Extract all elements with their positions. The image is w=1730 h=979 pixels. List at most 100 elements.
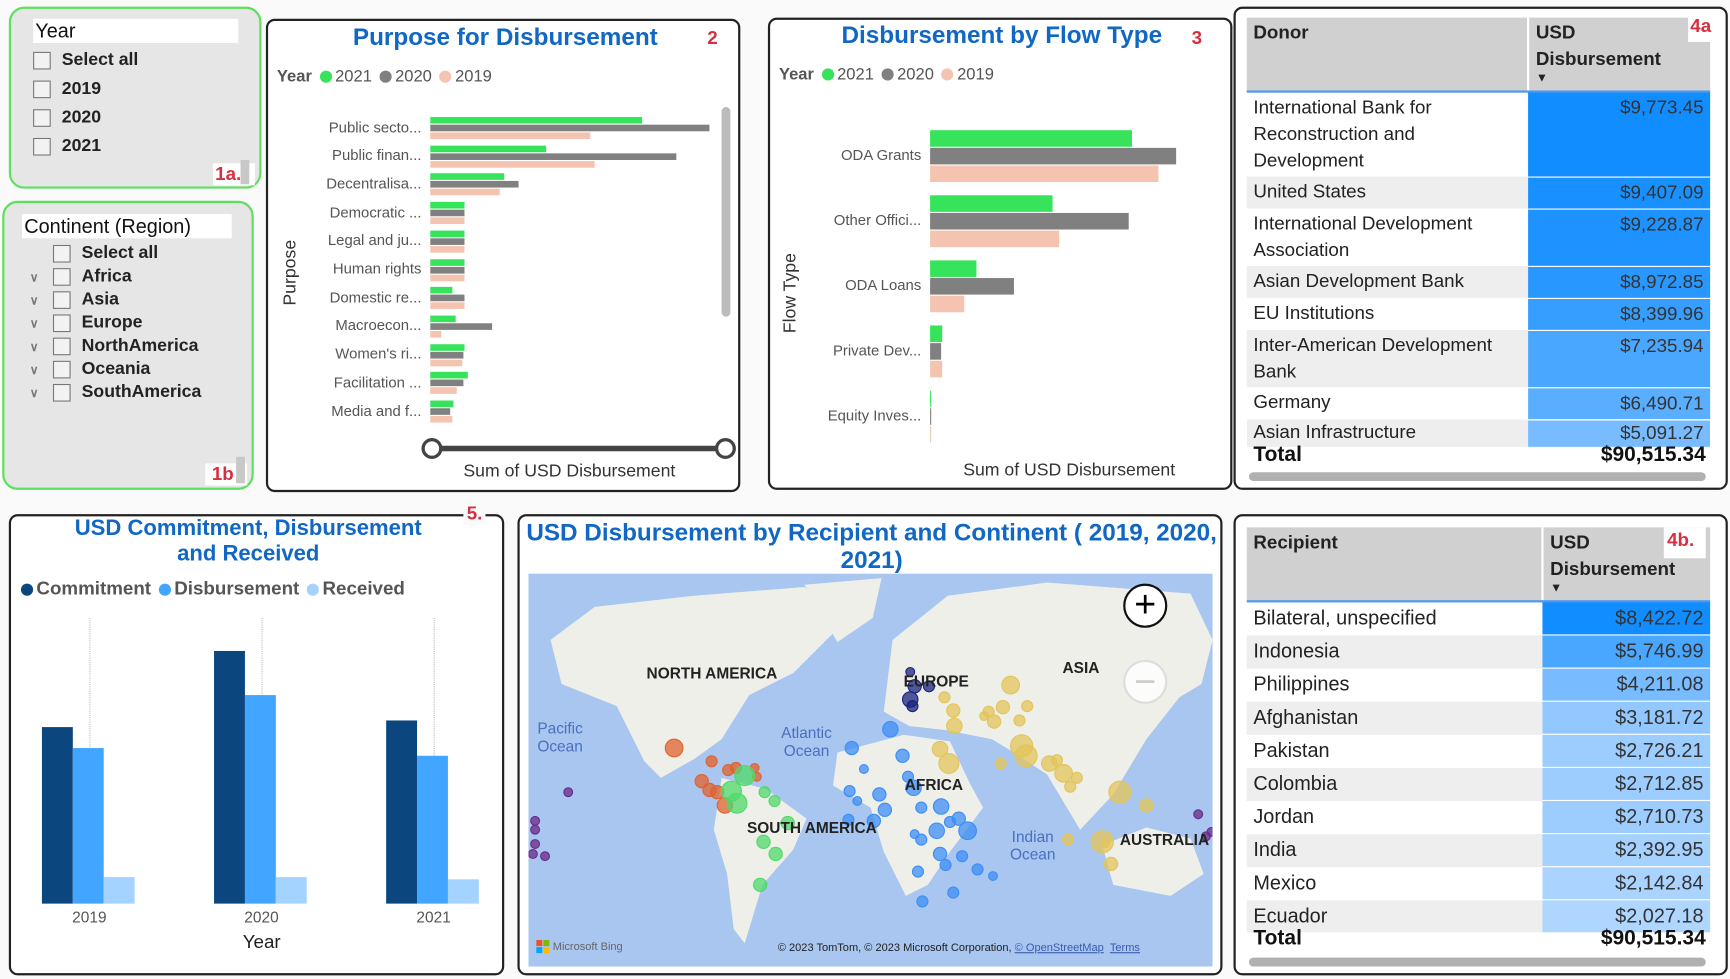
recipient-bubble[interactable]	[540, 851, 551, 862]
checkbox[interactable]	[52, 291, 71, 309]
checkbox[interactable]	[52, 314, 71, 333]
chevron-down-icon[interactable]: ∨	[26, 316, 41, 330]
recipient-bubble[interactable]	[877, 802, 893, 818]
bar-2019[interactable]	[430, 132, 591, 140]
legend-item[interactable]: 2021	[312, 67, 372, 86]
continent-option[interactable]: Select all	[26, 243, 158, 265]
table-row[interactable]: Inter-American Development Bank $7,235.94	[1246, 329, 1711, 388]
table-row[interactable]: Jordan $2,710.73	[1247, 799, 1711, 834]
table-row[interactable]: International Bank for Reconstruction an…	[1247, 91, 1711, 177]
scrollbar[interactable]	[240, 159, 250, 185]
bar-2019[interactable]	[430, 359, 463, 366]
table-row[interactable]: Germany $6,490.71	[1247, 386, 1711, 420]
bar-2021[interactable]	[430, 173, 505, 181]
column-header[interactable]: Donor	[1246, 17, 1529, 93]
bar-2020[interactable]	[430, 209, 465, 217]
bar-2020[interactable]	[430, 351, 464, 359]
zoom-in-button[interactable]: +	[1123, 583, 1168, 628]
column-header[interactable]: Recipient	[1246, 527, 1543, 603]
bar-disbursement[interactable]	[417, 755, 448, 904]
bar-2019[interactable]	[430, 302, 465, 310]
zoom-slider-track[interactable]	[431, 445, 725, 452]
checkbox[interactable]	[33, 80, 51, 99]
recipient-bubble[interactable]	[530, 815, 541, 826]
recipient-bubble[interactable]	[756, 834, 771, 850]
recipient-bubble[interactable]	[915, 801, 928, 814]
recipient-bubble[interactable]	[1061, 833, 1075, 846]
bar-2021[interactable]	[430, 400, 454, 408]
recipient-bubble[interactable]	[988, 871, 998, 882]
bar-2019[interactable]	[430, 274, 465, 281]
recipient-bubble[interactable]	[909, 829, 920, 840]
recipient-bubble[interactable]	[726, 792, 748, 814]
bar-2019[interactable]	[430, 387, 457, 395]
checkbox[interactable]	[33, 109, 51, 127]
recipient-bubble[interactable]	[1013, 714, 1026, 727]
column-header-sorted[interactable]: USD Disbursement ▼	[1526, 17, 1711, 93]
recipient-bubble[interactable]	[768, 794, 781, 808]
bar-commitment[interactable]	[386, 720, 418, 904]
bar-2020[interactable]	[430, 294, 465, 302]
checkbox[interactable]	[52, 268, 71, 286]
recipient-bubble[interactable]	[882, 721, 899, 738]
bar-disbursement[interactable]	[72, 748, 104, 904]
bar-2021[interactable]	[430, 202, 465, 209]
checkbox[interactable]	[33, 51, 51, 70]
recipient-bubble[interactable]	[906, 700, 919, 713]
checkbox[interactable]	[52, 360, 71, 379]
horizontal-scrollbar[interactable]	[1248, 472, 1706, 482]
recipient-bubble[interactable]	[932, 798, 950, 815]
recipient-bubble[interactable]	[1021, 700, 1034, 713]
continent-option[interactable]: ∨ Europe	[26, 312, 142, 334]
table-row[interactable]: Philippines $4,211.08	[1247, 667, 1711, 702]
table-row[interactable]: India $2,392.95	[1246, 833, 1711, 867]
table-row[interactable]: Asian Infrastructure $5,091.27	[1246, 418, 1711, 447]
table-row[interactable]: International Development Association $9,…	[1247, 207, 1711, 266]
zoom-out-button[interactable]: −	[1123, 659, 1168, 704]
recipient-bubble[interactable]	[843, 785, 856, 798]
chevron-down-icon[interactable]: ∨	[26, 386, 41, 400]
recipient-bubble[interactable]	[986, 714, 1002, 729]
chevron-down-icon[interactable]: ∨	[26, 293, 41, 307]
legend-item[interactable]: 2020	[372, 67, 432, 86]
recipient-bubble[interactable]	[1054, 764, 1073, 783]
bar-2021[interactable]	[430, 372, 468, 379]
recipient-bubble[interactable]	[705, 755, 718, 768]
map-canvas[interactable]	[528, 574, 1213, 967]
recipient-bubble[interactable]	[895, 748, 910, 763]
bar-2020[interactable]	[430, 153, 677, 160]
bar-2020[interactable]	[930, 408, 932, 425]
horizontal-scrollbar[interactable]	[1248, 957, 1706, 967]
scrollbar[interactable]	[236, 456, 245, 484]
recipient-bubble[interactable]	[947, 886, 960, 899]
recipient-bubble[interactable]	[932, 846, 948, 862]
table-row[interactable]: Bilateral, unspecified $8,422.72	[1247, 600, 1711, 635]
bar-2021[interactable]	[430, 343, 465, 351]
recipient-bubble[interactable]	[753, 877, 768, 893]
bar-2019[interactable]	[930, 295, 965, 313]
recipient-bubble[interactable]	[1070, 771, 1083, 784]
recipient-bubble[interactable]	[768, 846, 783, 862]
bar-2020[interactable]	[930, 147, 1177, 165]
recipient-bubble[interactable]	[1050, 754, 1064, 767]
recipient-bubble[interactable]	[664, 738, 684, 758]
bar-2020[interactable]	[430, 124, 710, 132]
recipient-bubble[interactable]	[1193, 809, 1204, 820]
bar-2021[interactable]	[430, 145, 547, 152]
bar-2021[interactable]	[930, 325, 943, 343]
recipient-bubble[interactable]	[844, 740, 859, 756]
legend-item[interactable]: 2021	[814, 65, 874, 84]
table-row[interactable]: Mexico $2,142.84	[1247, 866, 1711, 900]
bar-2020[interactable]	[430, 408, 451, 415]
recipient-bubble[interactable]	[916, 895, 929, 908]
bar-2019[interactable]	[430, 189, 500, 196]
year-option[interactable]: Select all	[33, 50, 138, 72]
openstreetmap-link[interactable]: © OpenStreetMap	[1015, 942, 1104, 954]
legend-item[interactable]: Received	[299, 578, 405, 600]
recipient-bubble[interactable]	[1103, 856, 1119, 872]
bar-2020[interactable]	[430, 379, 464, 387]
bar-2021[interactable]	[930, 130, 1133, 147]
bar-2020[interactable]	[430, 323, 493, 330]
chevron-down-icon[interactable]: ∨	[26, 339, 41, 353]
recipient-bubble[interactable]	[911, 865, 925, 878]
